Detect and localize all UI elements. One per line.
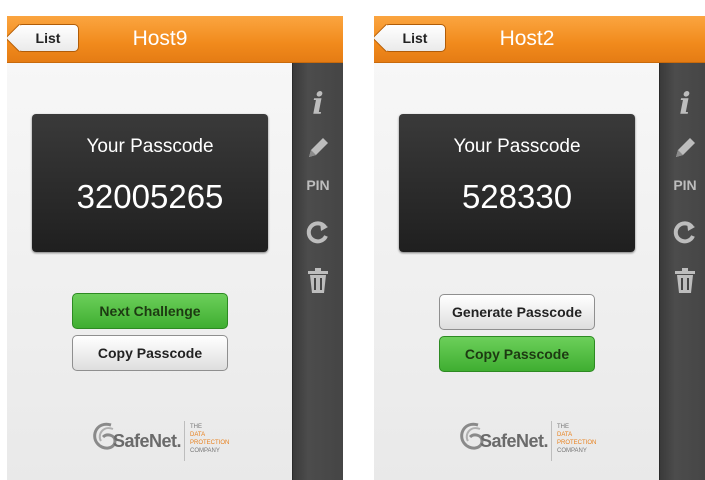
logo-divider (184, 421, 185, 461)
title-bar: List Host2 (374, 16, 705, 63)
pencil-icon[interactable] (293, 135, 343, 165)
pin-icon[interactable]: PIN (660, 177, 705, 193)
brand-tagline: THE DATA PROTECTION COMPANY (557, 424, 597, 454)
pin-icon[interactable]: PIN (293, 177, 343, 193)
copy-passcode-button[interactable]: Copy Passcode (439, 336, 595, 372)
safenet-logo: SafeNet. THE DATA PROTECTION COMPANY (89, 417, 269, 467)
main-content: Your Passcode 528330 Generate Passcode C… (374, 63, 660, 480)
info-icon[interactable]: i (660, 87, 705, 122)
brand-tagline: THE DATA PROTECTION COMPANY (190, 424, 230, 454)
passcode-label: Your Passcode (86, 136, 214, 157)
trash-icon[interactable] (293, 267, 343, 299)
refresh-icon[interactable] (293, 219, 343, 249)
copy-passcode-button[interactable]: Copy Passcode (72, 335, 228, 371)
passcode-display: Your Passcode 32005265 (32, 114, 268, 252)
brand-name: SafeNet. (113, 431, 182, 451)
passcode-label: Your Passcode (453, 136, 581, 157)
back-button-label: List (402, 30, 428, 46)
action-sidebar: i PIN (659, 63, 705, 480)
refresh-icon[interactable] (660, 219, 705, 249)
generate-passcode-button[interactable]: Generate Passcode (439, 294, 595, 330)
next-challenge-button[interactable]: Next Challenge (72, 293, 228, 329)
info-icon[interactable]: i (293, 87, 343, 122)
passcode-value: 32005265 (76, 178, 224, 215)
brand-name: SafeNet. (480, 431, 549, 451)
phone-screen-host9: List Host9 Your Passcode 32005265 Next C… (7, 16, 343, 480)
title-bar: List Host9 (7, 16, 343, 63)
safenet-logo: SafeNet. THE DATA PROTECTION COMPANY (456, 417, 636, 467)
passcode-display: Your Passcode 528330 (399, 114, 635, 252)
main-content: Your Passcode 32005265 Next Challenge Co… (7, 63, 293, 480)
logo-divider (551, 421, 552, 461)
trash-icon[interactable] (660, 267, 705, 299)
action-sidebar: i PIN (292, 63, 343, 480)
pencil-icon[interactable] (660, 135, 705, 165)
phone-screen-host2: List Host2 Your Passcode 528330 Generate… (374, 16, 705, 480)
passcode-value: 528330 (461, 178, 573, 215)
back-button-label: List (35, 30, 61, 46)
